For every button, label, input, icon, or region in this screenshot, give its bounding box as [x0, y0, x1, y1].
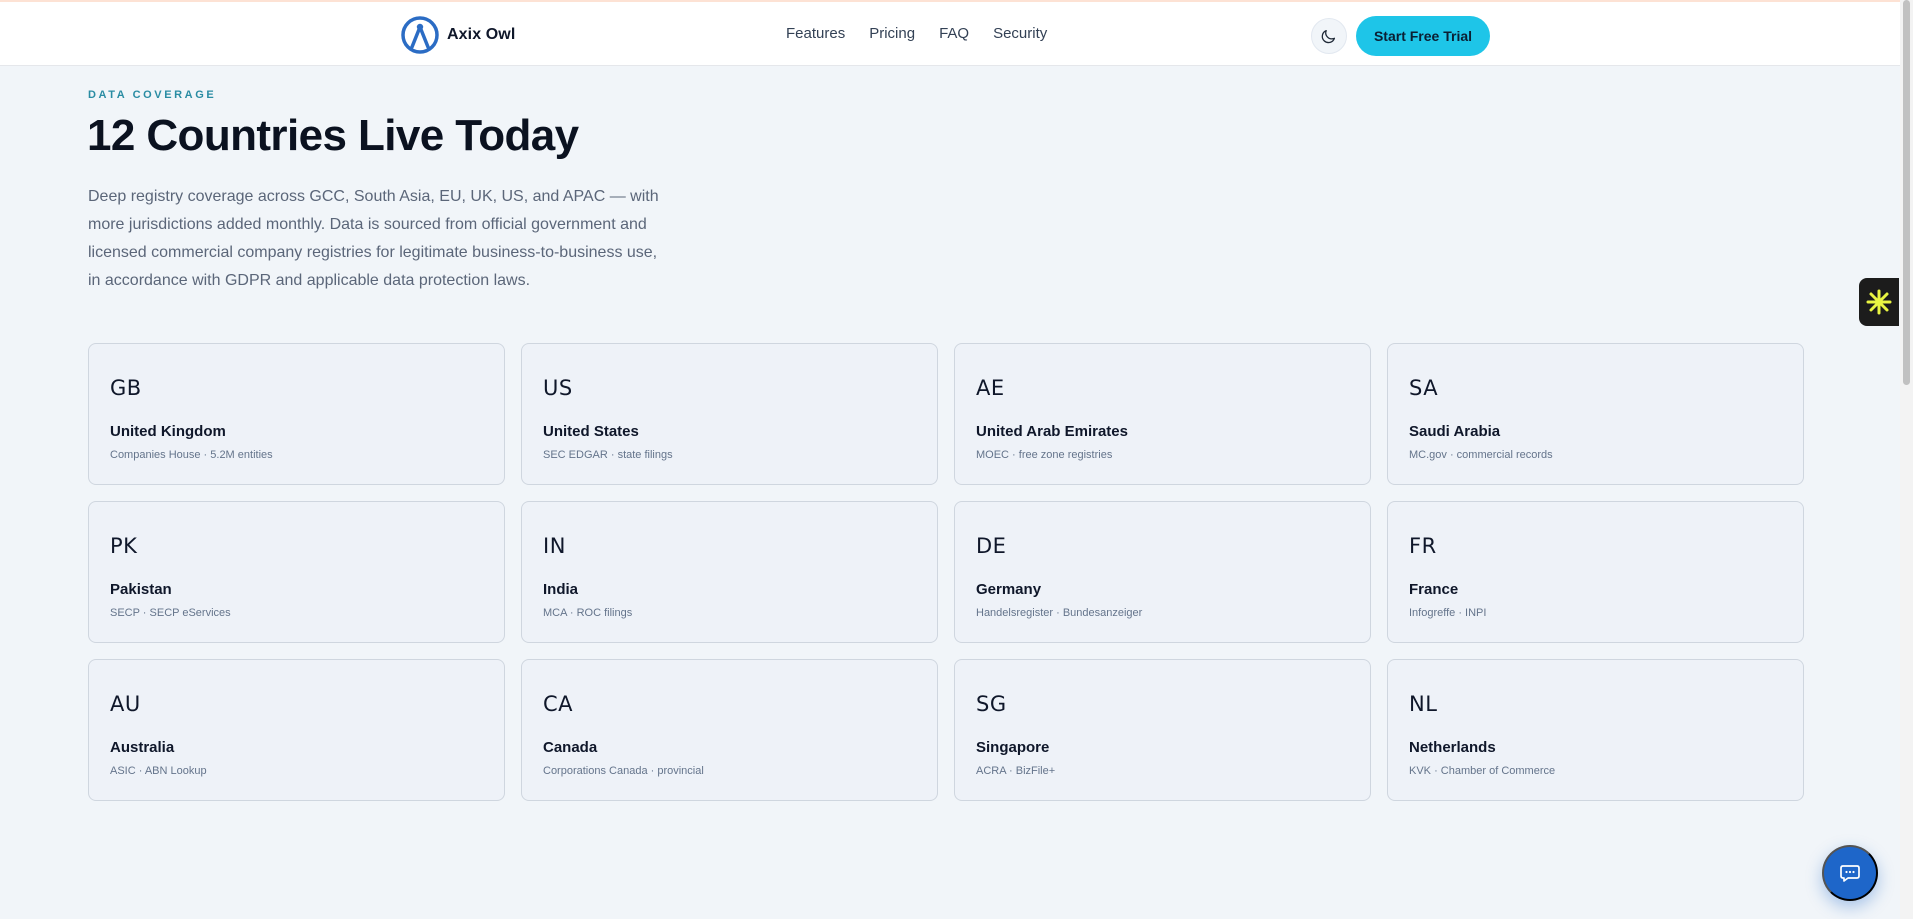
chat-bubble-icon	[1840, 865, 1860, 882]
country-name: Canada	[543, 739, 598, 756]
country-source: Infogreffe · INPI	[1409, 607, 1487, 619]
country-code: FR	[1409, 534, 1437, 558]
country-code: NL	[1409, 692, 1438, 716]
country-name: Germany	[976, 581, 1042, 598]
country-code: US	[543, 376, 573, 400]
nav-link-features[interactable]: Features	[786, 25, 845, 42]
section-description: Deep registry coverage across GCC, South…	[88, 188, 659, 289]
country-name: India	[543, 581, 579, 598]
owl-logo-icon	[401, 16, 439, 54]
moon-icon	[1321, 29, 1336, 44]
country-name: Singapore	[976, 739, 1050, 756]
country-card-au: AU Australia ASIC · ABN Lookup	[88, 659, 505, 801]
country-code: AU	[110, 692, 141, 716]
logo[interactable]: Axix Owl	[401, 16, 515, 54]
country-name: Pakistan	[110, 581, 172, 598]
country-card-fr: FR France Infogreffe · INPI	[1387, 501, 1804, 643]
country-code: PK	[110, 534, 138, 558]
country-source: ASIC · ABN Lookup	[110, 765, 207, 777]
country-source: MCA · ROC filings	[543, 607, 633, 619]
country-code: CA	[543, 692, 574, 716]
page-title: 12 Countries Live Today	[87, 111, 579, 160]
side-widget-button[interactable]	[1859, 278, 1899, 326]
country-source: ACRA · BizFile+	[976, 765, 1056, 777]
theme-toggle-button[interactable]	[1311, 18, 1347, 54]
country-code: SG	[976, 692, 1007, 716]
country-code: DE	[976, 534, 1007, 558]
country-card-ae: AE United Arab Emirates MOEC · free zone…	[954, 343, 1371, 485]
nav-link-faq[interactable]: FAQ	[939, 25, 969, 42]
section-eyebrow: DATA COVERAGE	[88, 89, 217, 101]
country-name: United States	[543, 423, 639, 440]
country-card-us: US United States SEC EDGAR · state filin…	[521, 343, 938, 485]
country-name: United Kingdom	[110, 423, 226, 440]
brand-name: Axix Owl	[447, 26, 516, 43]
start-free-trial-button[interactable]: Start Free Trial	[1356, 16, 1490, 56]
country-card-pk: PK Pakistan SECP · SECP eServices	[88, 501, 505, 643]
country-card-in: IN India MCA · ROC filings	[521, 501, 938, 643]
country-source: Companies House · 5.2M entities	[110, 449, 273, 461]
country-grid: GB United Kingdom Companies House · 5.2M…	[88, 343, 1804, 801]
chat-button[interactable]	[1822, 845, 1878, 901]
country-source: KVK · Chamber of Commerce	[1409, 765, 1556, 777]
country-source: SECP · SECP eServices	[110, 607, 231, 619]
page-scrollbar[interactable]	[1900, 0, 1913, 919]
country-card-nl: NL Netherlands KVK · Chamber of Commerce	[1387, 659, 1804, 801]
country-name: Australia	[110, 739, 175, 756]
country-card-de: DE Germany Handelsregister · Bundesanzei…	[954, 501, 1371, 643]
nav-link-security[interactable]: Security	[993, 25, 1047, 42]
country-source: SEC EDGAR · state filings	[543, 449, 673, 461]
country-name: France	[1409, 581, 1459, 598]
country-card-sa: SA Saudi Arabia MC.gov · commercial reco…	[1387, 343, 1804, 485]
country-name: Netherlands	[1409, 739, 1496, 756]
asterisk-icon	[1866, 289, 1892, 315]
country-code: AE	[976, 376, 1005, 400]
country-card-ca: CA Canada Corporations Canada · provinci…	[521, 659, 938, 801]
country-source: MOEC · free zone registries	[976, 449, 1113, 461]
country-source: Handelsregister · Bundesanzeiger	[976, 607, 1143, 619]
country-name: Saudi Arabia	[1409, 423, 1501, 440]
nav-link-pricing[interactable]: Pricing	[869, 25, 915, 42]
navbar: Axix Owl Features Pricing FAQ Security S…	[0, 2, 1900, 66]
scrollbar-thumb[interactable]	[1903, 0, 1910, 385]
country-card-gb: GB United Kingdom Companies House · 5.2M…	[88, 343, 505, 485]
nav-links: Features Pricing FAQ Security	[786, 25, 1047, 42]
country-source: MC.gov · commercial records	[1409, 449, 1553, 461]
country-name: United Arab Emirates	[976, 423, 1128, 440]
country-card-sg: SG Singapore ACRA · BizFile+	[954, 659, 1371, 801]
country-source: Corporations Canada · provincial	[543, 765, 704, 777]
country-code: SA	[1409, 376, 1439, 400]
country-code: GB	[110, 376, 142, 400]
country-code: IN	[543, 534, 566, 558]
